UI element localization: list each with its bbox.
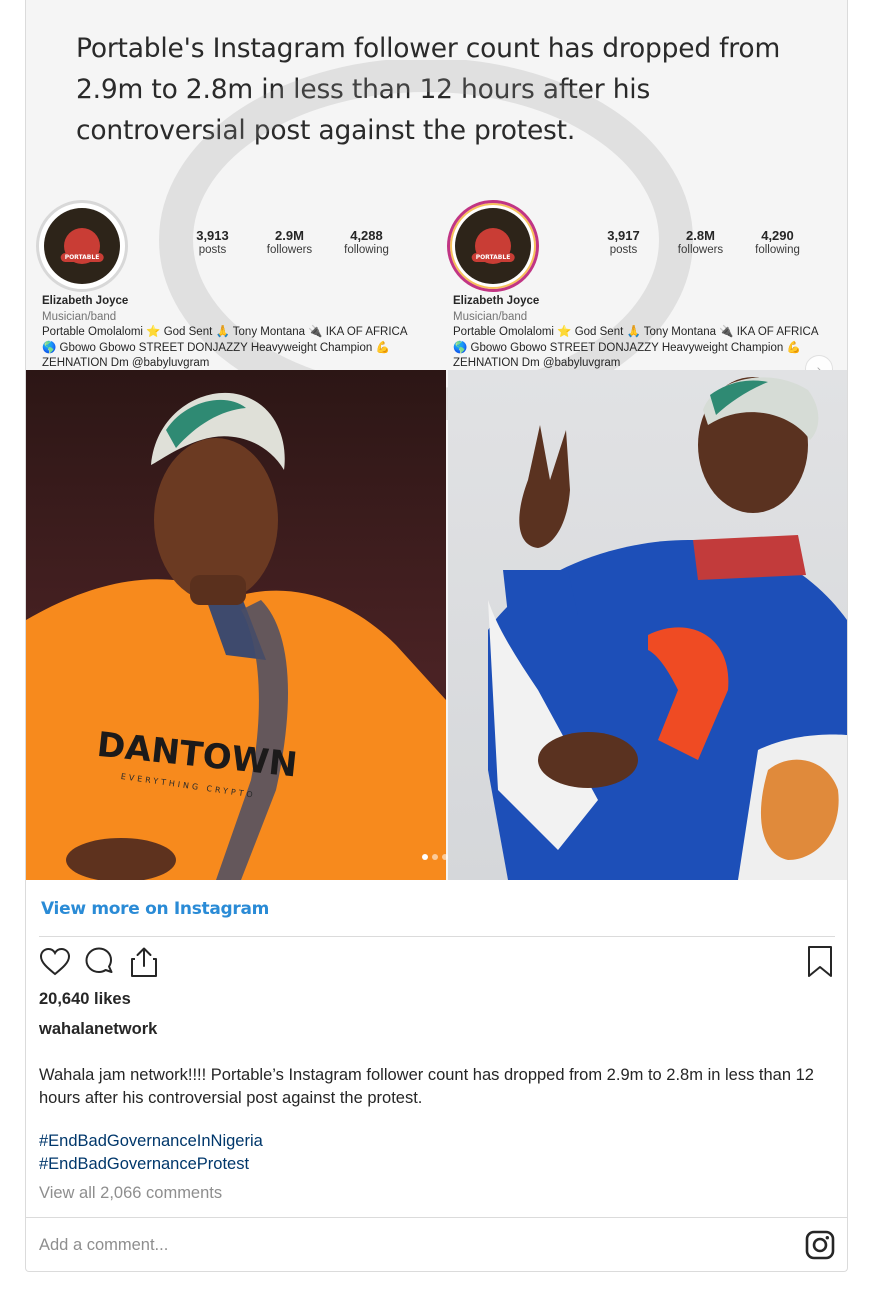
avatar: PORTABLE <box>36 200 128 292</box>
profile-header-after: PORTABLE 3,917 posts 2.8M followers 4,29… <box>445 198 847 370</box>
share-icon[interactable] <box>127 944 161 980</box>
following-stat: 4,288 following <box>344 228 389 256</box>
followers-stat: 2.9M followers <box>266 228 313 256</box>
profile-category: Musician/band <box>453 310 528 323</box>
person-illustration <box>488 377 847 880</box>
post-caption: Wahala jam network!!!! Portable’s Instag… <box>39 1066 814 1107</box>
avatar-label: PORTABLE <box>471 253 515 262</box>
profile-name: Elizabeth Joyce <box>453 295 540 307</box>
profile-bio: Elizabeth Joyce Musician/band Portable O… <box>453 294 819 372</box>
bio-line: 🌎 Gbowo Gbowo STREET DONJAZZY Heavyweigh… <box>453 341 801 354</box>
view-more-link[interactable]: View more on Instagram <box>41 899 269 919</box>
divider <box>26 1217 847 1218</box>
action-bar <box>38 944 838 984</box>
bookmark-icon[interactable] <box>803 944 837 980</box>
following-stat: 4,290 following <box>755 228 800 256</box>
image-headline: Portable's Instagram follower count has … <box>76 33 781 146</box>
profile-stats: 3,917 posts 2.8M followers 4,290 followi… <box>585 228 816 258</box>
bio-line: Portable Omolalomi ⭐ God Sent 🙏 Tony Mon… <box>453 326 819 338</box>
carousel-dot[interactable] <box>432 854 438 860</box>
view-all-comments-link[interactable]: View all 2,066 comments <box>39 1184 222 1203</box>
profile-stats: 3,913 posts 2.9M followers 4,288 followi… <box>174 228 405 258</box>
carousel-dot[interactable] <box>442 854 448 860</box>
profile-name: Elizabeth Joyce <box>42 295 129 307</box>
profile-bio: Elizabeth Joyce Musician/band Portable O… <box>42 294 408 372</box>
divider <box>39 936 835 937</box>
instagram-logo-icon[interactable] <box>805 1230 835 1260</box>
instagram-embed-card: Portable's Instagram follower count has … <box>25 0 848 1272</box>
posts-stat: 3,913 posts <box>196 228 229 256</box>
hashtag-list: #EndBadGovernanceInNigeria #EndBadGovern… <box>39 1130 263 1176</box>
posts-stat: 3,917 posts <box>607 228 640 256</box>
profile-header-before: PORTABLE 3,913 posts 2.9M followers 4,28… <box>34 198 444 370</box>
likes-count[interactable]: 20,640 likes <box>39 990 131 1009</box>
heart-icon[interactable] <box>38 944 72 980</box>
post-username[interactable]: wahalanetwork <box>39 1020 157 1039</box>
photo-orange-jersey: DANTOWN EVERYTHING CRYPTO <box>26 370 446 880</box>
post-media[interactable]: Portable's Instagram follower count has … <box>26 0 847 880</box>
comment-icon[interactable] <box>82 944 116 980</box>
hashtag-link[interactable]: #EndBadGovernanceInNigeria <box>39 1130 263 1153</box>
followers-stat: 2.8M followers <box>677 228 724 256</box>
bio-line: 🌎 Gbowo Gbowo STREET DONJAZZY Heavyweigh… <box>42 341 390 354</box>
photo-varsity-jacket <box>448 370 847 880</box>
carousel-dot-active[interactable] <box>422 854 428 860</box>
avatar: PORTABLE <box>447 200 539 292</box>
add-comment-field[interactable]: Add a comment... <box>39 1236 168 1255</box>
carousel-dots <box>422 854 448 860</box>
person-illustration: DANTOWN EVERYTHING CRYPTO <box>26 392 446 880</box>
hashtag-link[interactable]: #EndBadGovernanceProtest <box>39 1153 263 1176</box>
bio-line: Portable Omolalomi ⭐ God Sent 🙏 Tony Mon… <box>42 326 408 338</box>
avatar-label: PORTABLE <box>60 253 104 262</box>
profile-category: Musician/band <box>42 310 117 323</box>
